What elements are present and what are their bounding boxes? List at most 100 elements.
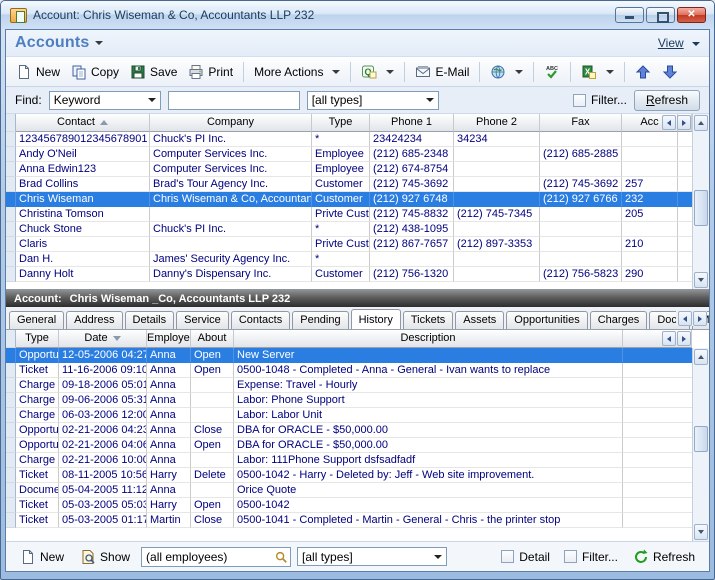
row-selector[interactable] — [6, 132, 16, 147]
history-row[interactable]: Document 05-04-2005 11:12 AM Anna Orice … — [6, 483, 692, 498]
history-row[interactable]: Charge 02-21-2006 10:00 AM Anna Labor: 1… — [6, 453, 692, 468]
row-selector[interactable] — [6, 147, 16, 162]
history-row[interactable]: Opportunity 12-05-2006 04:27 PM Anna Ope… — [6, 348, 692, 363]
scroll-left-button[interactable] — [662, 331, 676, 346]
row-selector[interactable] — [6, 378, 16, 393]
scroll-right-button[interactable] — [677, 331, 691, 346]
history-vertical-scrollbar[interactable] — [692, 348, 709, 541]
tab[interactable]: Opportunities — [506, 311, 587, 329]
history-row[interactable]: Charge 06-03-2006 12:00 PM Anna Labor: L… — [6, 408, 692, 423]
close-button[interactable] — [677, 7, 706, 23]
tab[interactable]: Details — [125, 311, 175, 329]
export-button[interactable]: X — [576, 61, 619, 83]
print-button[interactable]: Print — [183, 61, 238, 83]
move-up-button[interactable] — [630, 61, 656, 83]
row-selector[interactable] — [6, 483, 16, 498]
scroll-left-button[interactable] — [662, 115, 676, 130]
new-button[interactable]: New — [11, 61, 65, 83]
history-filter-checkbox[interactable] — [564, 550, 577, 563]
employee-filter-input[interactable]: (all employees) — [141, 547, 291, 567]
row-selector[interactable] — [6, 237, 16, 252]
move-down-button[interactable] — [657, 61, 683, 83]
history-type-select[interactable]: [all types] — [297, 547, 447, 566]
find-type-select[interactable]: [all types] — [307, 91, 439, 110]
magnifier-icon[interactable] — [274, 550, 288, 564]
scroll-up-button[interactable] — [694, 349, 708, 365]
tabs-scroll-left-button[interactable] — [678, 311, 692, 326]
tab[interactable]: General — [9, 311, 64, 329]
tab[interactable]: Address — [66, 311, 122, 329]
scrollbar-track[interactable] — [693, 366, 709, 523]
column-header-company[interactable]: Company — [150, 114, 312, 132]
history-row[interactable]: Opportunity 02-21-2006 04:23 PM Anna Clo… — [6, 423, 692, 438]
history-refresh-button[interactable]: Refresh — [628, 546, 700, 568]
row-selector[interactable] — [6, 267, 16, 282]
account-row[interactable]: Dan H. James' Security Agency Inc. * — [6, 252, 692, 267]
tab[interactable]: Charges — [590, 311, 648, 329]
account-row[interactable]: 123456789012345678901 Chuck's PI Inc. * … — [6, 132, 692, 147]
copy-button[interactable]: Copy — [66, 61, 124, 83]
history-row[interactable]: Charge 09-18-2006 05:01 AM Anna Expense:… — [6, 378, 692, 393]
tab[interactable]: Service — [176, 311, 229, 329]
column-header-employee[interactable]: Employee — [147, 330, 191, 348]
filter-checkbox[interactable] — [573, 94, 586, 107]
history-new-button[interactable]: New — [15, 546, 69, 568]
column-header-fax[interactable]: Fax — [540, 114, 622, 132]
scroll-up-button[interactable] — [694, 115, 708, 131]
history-show-button[interactable]: Show — [75, 546, 135, 568]
column-header-date[interactable]: Date — [59, 330, 147, 348]
tab[interactable]: Tickets — [403, 311, 453, 329]
tab[interactable]: Pending — [292, 311, 348, 329]
history-row[interactable]: Charge 09-06-2006 05:31 AM Anna Labor: P… — [6, 393, 692, 408]
refresh-button[interactable]: Refresh — [634, 90, 700, 111]
history-row[interactable]: Ticket 08-11-2005 10:56 AM Harry Delete … — [6, 468, 692, 483]
account-row[interactable]: Brad Collins Brad's Tour Agency Inc. Cus… — [6, 177, 692, 192]
quickbooks-button[interactable]: Q — [356, 61, 399, 83]
account-row[interactable]: Danny Holt Danny's Dispensary Inc. Custo… — [6, 267, 692, 282]
account-row[interactable]: Chris Wiseman Chris Wiseman & Co, Accoun… — [6, 192, 692, 207]
detail-checkbox[interactable] — [501, 550, 514, 563]
row-selector[interactable] — [6, 162, 16, 177]
scrollbar-thumb[interactable] — [694, 190, 708, 226]
more-actions-button[interactable]: More Actions — [249, 62, 345, 82]
web-button[interactable] — [485, 61, 528, 83]
row-selector[interactable] — [6, 438, 16, 453]
spellcheck-button[interactable]: ABC — [539, 61, 565, 83]
tabs-scroll-right-button[interactable] — [693, 311, 707, 326]
scroll-down-button[interactable] — [694, 272, 708, 288]
row-selector[interactable] — [6, 222, 16, 237]
scrollbar-thumb[interactable] — [694, 426, 708, 452]
column-header-contact[interactable]: Contact — [16, 114, 150, 132]
tab[interactable]: Assets — [455, 311, 504, 329]
row-selector[interactable] — [6, 393, 16, 408]
row-selector[interactable] — [6, 468, 16, 483]
find-input[interactable] — [168, 91, 300, 110]
tab[interactable]: History — [351, 309, 401, 330]
account-row[interactable]: Anna Edwin123 Computer Services Inc. Emp… — [6, 162, 692, 177]
email-button[interactable]: E-Mail — [410, 61, 474, 83]
tab[interactable]: Contacts — [231, 311, 290, 329]
row-selector[interactable] — [6, 348, 16, 363]
scroll-right-button[interactable] — [677, 115, 691, 130]
account-row[interactable]: Christina Tomson Privte Custor (212) 745… — [6, 207, 692, 222]
row-selector[interactable] — [6, 177, 16, 192]
find-field-select[interactable]: Keyword — [49, 91, 161, 110]
row-selector[interactable] — [6, 408, 16, 423]
history-row[interactable]: Ticket 05-03-2005 01:17 PM Martin Close … — [6, 513, 692, 528]
save-button[interactable]: Save — [125, 61, 182, 83]
account-row[interactable]: Claris Privte Custor (212) 867-7657 (212… — [6, 237, 692, 252]
minimize-button[interactable] — [615, 7, 644, 23]
row-selector[interactable] — [6, 252, 16, 267]
account-row[interactable]: Chuck Stone Chuck's PI Inc. * (212) 438-… — [6, 222, 692, 237]
row-selector[interactable] — [6, 207, 16, 222]
restore-button[interactable] — [646, 7, 675, 23]
row-selector[interactable] — [6, 498, 16, 513]
scrollbar-track[interactable] — [693, 132, 709, 271]
row-selector[interactable] — [6, 363, 16, 378]
history-row[interactable]: Ticket 05-03-2005 05:03 PM Harry Open 05… — [6, 498, 692, 513]
row-selector[interactable] — [6, 423, 16, 438]
account-row[interactable]: Andy O'Neil Computer Services Inc. Emplo… — [6, 147, 692, 162]
column-header-type[interactable]: Type — [312, 114, 370, 132]
column-header-phone2[interactable]: Phone 2 — [454, 114, 540, 132]
title-bar[interactable]: Account: Chris Wiseman & Co, Accountants… — [1, 1, 714, 29]
